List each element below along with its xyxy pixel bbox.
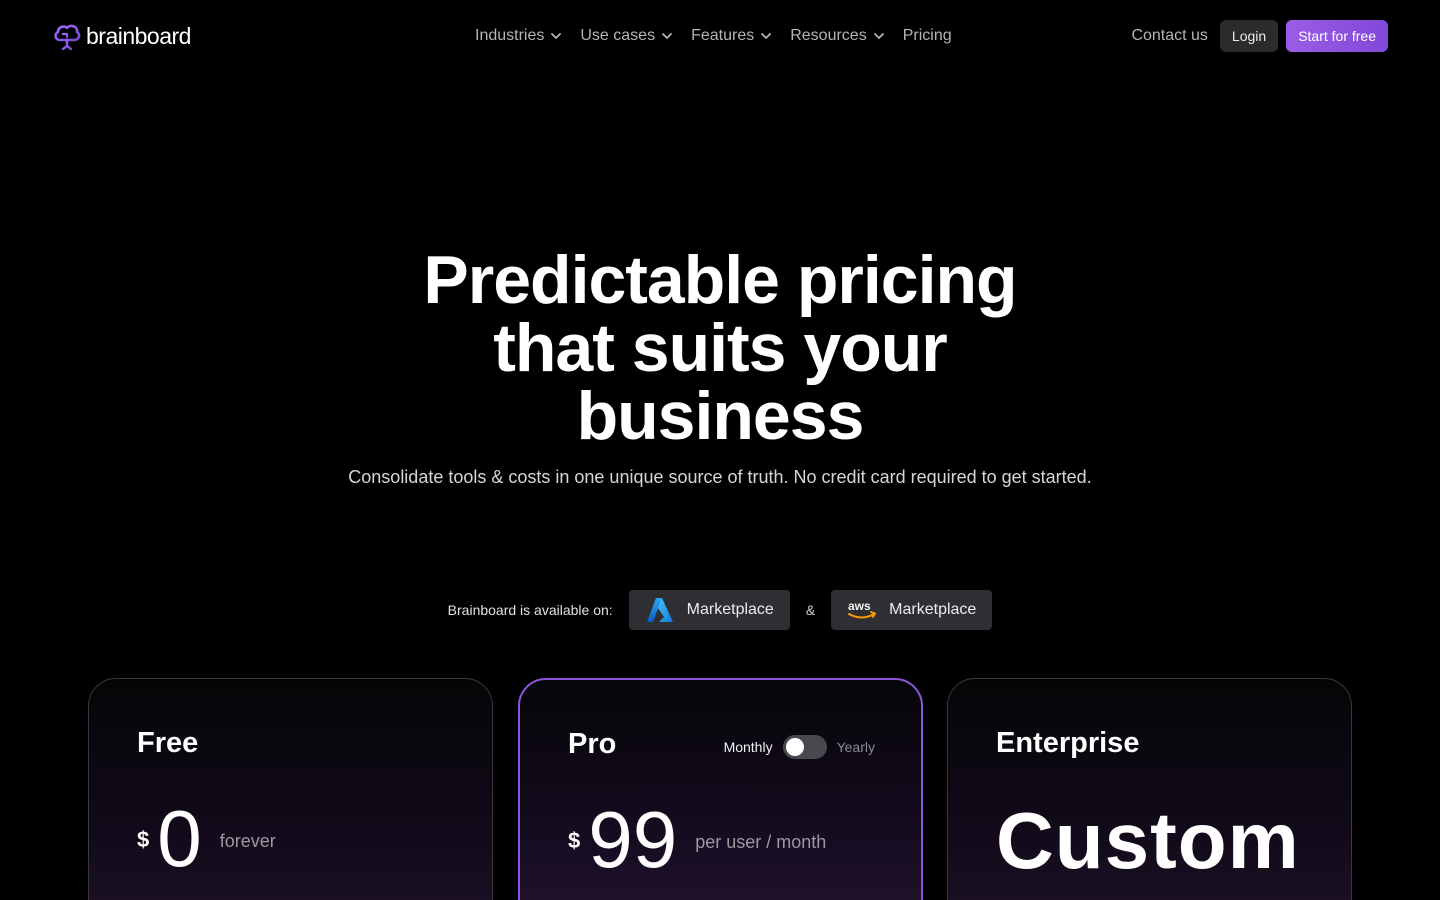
- price-unit: per user / month: [695, 831, 827, 852]
- start-for-free-button[interactable]: Start for free: [1286, 20, 1388, 52]
- plan-card-pro: Pro Monthly Yearly $ 99 per user / month: [518, 678, 923, 900]
- plan-price: $ 99 per user / month: [568, 800, 826, 880]
- contact-us-link[interactable]: Contact us: [1131, 27, 1207, 45]
- azure-marketplace-button[interactable]: Marketplace: [628, 590, 790, 630]
- currency-symbol: $: [568, 828, 581, 853]
- chevron-down-icon: [873, 33, 884, 40]
- nav-actions: Contact us Login Start for free: [1131, 20, 1388, 52]
- currency-symbol: $: [137, 827, 150, 852]
- brand-name: brainboard: [86, 22, 191, 49]
- plan-card-free: Free $ 0 forever: [88, 678, 493, 900]
- plan-name: Free: [137, 727, 199, 759]
- hero-subtitle: Consolidate tools & costs in one unique …: [348, 467, 1092, 487]
- nav-features[interactable]: Features: [691, 27, 772, 45]
- nav-industries[interactable]: Industries: [475, 27, 562, 45]
- nav-industries-label: Industries: [475, 27, 545, 44]
- chevron-down-icon: [761, 33, 772, 40]
- nav-features-label: Features: [691, 27, 755, 44]
- chevron-down-icon: [551, 33, 562, 40]
- aws-logo-text: aws: [848, 599, 871, 613]
- plan-name: Enterprise: [996, 727, 1140, 759]
- brain-cloud-icon: [54, 24, 81, 50]
- nav-use-cases[interactable]: Use cases: [580, 27, 673, 45]
- hero-title: Predictable pricing that suits your busi…: [320, 246, 1120, 450]
- hero-title-line-1: Predictable pricing: [423, 242, 1017, 318]
- plan-price: $ 0 forever: [137, 799, 276, 879]
- marketplace-availability: Brainboard is available on: Marketplace …: [0, 590, 1440, 630]
- aws-icon: aws: [848, 599, 877, 619]
- billing-toggle: Monthly Yearly: [724, 734, 875, 760]
- nav-pricing[interactable]: Pricing: [903, 27, 952, 45]
- chevron-down-icon: [662, 33, 672, 40]
- marketplace-separator: &: [805, 602, 816, 618]
- nav-resources[interactable]: Resources: [790, 27, 884, 45]
- nav-links: Industries Use cases Features Resources …: [475, 24, 952, 48]
- nav-pricing-label: Pricing: [902, 27, 952, 44]
- top-nav: brainboard Industries Use cases Features…: [0, 0, 1440, 72]
- azure-marketplace-label: Marketplace: [686, 601, 774, 618]
- availability-label: Brainboard is available on:: [447, 602, 613, 618]
- plan-card-enterprise: Enterprise Custom: [947, 678, 1352, 900]
- hero-title-line-3: business: [576, 378, 865, 454]
- price-unit: forever: [219, 830, 276, 851]
- price-amount: 99: [588, 795, 678, 884]
- price-custom: Custom: [996, 796, 1300, 885]
- switch-knob: [785, 738, 804, 756]
- price-amount: 0: [157, 794, 202, 883]
- aws-marketplace-label: Marketplace: [889, 601, 977, 618]
- billing-period-switch[interactable]: [782, 735, 827, 759]
- billing-monthly-label[interactable]: Monthly: [724, 739, 773, 755]
- nav-use-cases-label: Use cases: [580, 27, 656, 44]
- plan-name: Pro: [568, 728, 617, 760]
- azure-icon: [646, 598, 673, 622]
- login-button[interactable]: Login: [1219, 20, 1279, 52]
- billing-yearly-label[interactable]: Yearly: [837, 739, 875, 755]
- hero-title-line-2: that suits your: [493, 310, 948, 386]
- aws-marketplace-button[interactable]: aws Marketplace: [831, 590, 993, 630]
- brand-logo[interactable]: brainboard: [52, 22, 191, 50]
- nav-resources-label: Resources: [790, 27, 867, 44]
